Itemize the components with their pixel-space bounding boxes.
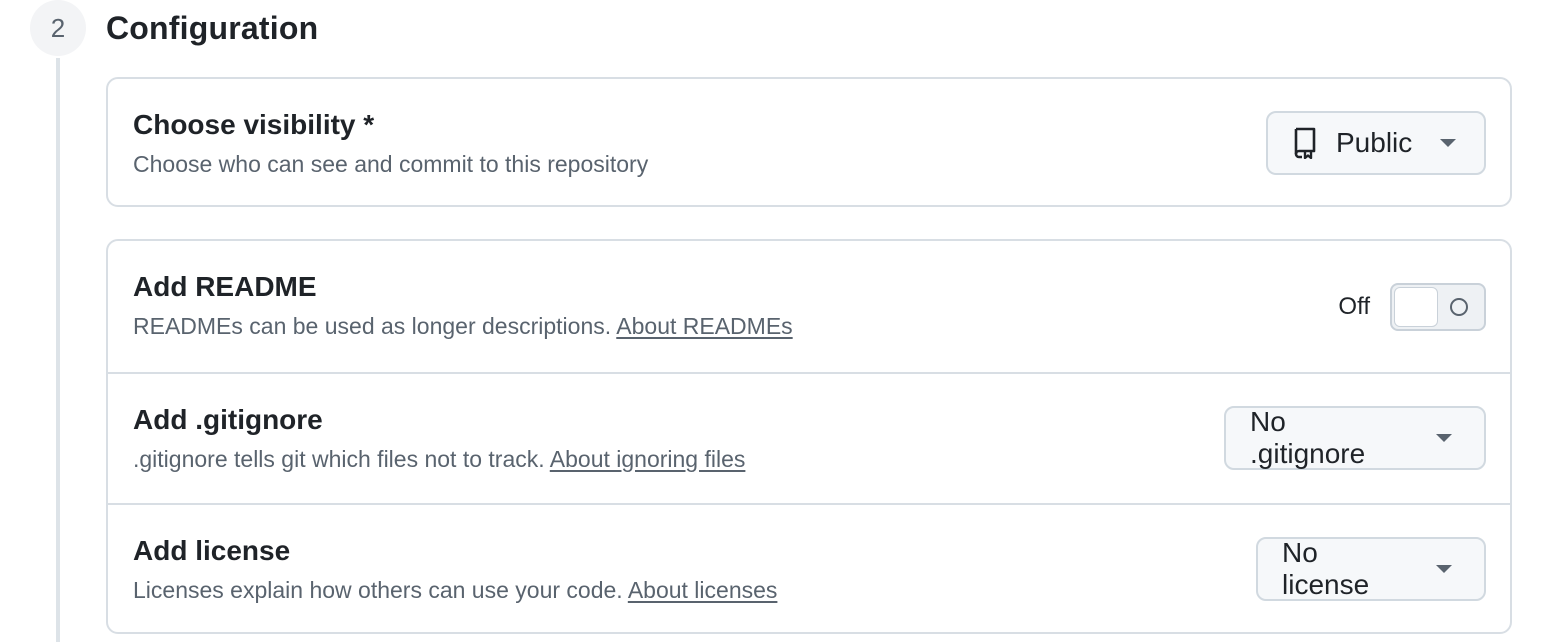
license-row: Add license Licenses explain how others …: [108, 503, 1510, 634]
about-ignoring-files-link[interactable]: About ignoring files: [550, 446, 746, 472]
gitignore-row: Add .gitignore .gitignore tells git whic…: [108, 372, 1510, 503]
gitignore-selected: No .gitignore: [1250, 406, 1366, 469]
license-description-text: Licenses explain how others can use your…: [133, 577, 623, 603]
step-number-badge: 2: [30, 0, 86, 56]
gitignore-description: .gitignore tells git which files not to …: [133, 446, 745, 473]
about-licenses-link[interactable]: About licenses: [628, 577, 778, 603]
license-dropdown[interactable]: No license: [1256, 537, 1486, 601]
readme-description-text: READMEs can be used as longer descriptio…: [133, 313, 612, 339]
readme-row: Add README READMEs can be used as longer…: [108, 241, 1510, 372]
visibility-dropdown[interactable]: Public: [1266, 111, 1486, 175]
visibility-row: Choose visibility * Choose who can see a…: [108, 79, 1510, 205]
toggle-off-icon: [1450, 298, 1468, 316]
visibility-selected: Public: [1336, 127, 1413, 158]
section-title: Configuration: [106, 10, 319, 46]
step-number: 2: [50, 12, 66, 43]
visibility-card: Choose visibility * Choose who can see a…: [106, 77, 1512, 207]
repo-icon: [1292, 127, 1318, 159]
chevron-down-icon: [1436, 434, 1452, 442]
chevron-down-icon: [1440, 139, 1457, 147]
license-description: Licenses explain how others can use your…: [133, 577, 777, 604]
chevron-down-icon: [1436, 565, 1452, 573]
gitignore-title: Add .gitignore: [133, 404, 323, 435]
readme-title: Add README: [133, 271, 317, 302]
license-title: Add license: [133, 535, 291, 566]
gitignore-dropdown[interactable]: No .gitignore: [1224, 406, 1486, 470]
step-connector-line: [56, 58, 60, 642]
options-card: Add README READMEs can be used as longer…: [106, 239, 1512, 634]
visibility-title: Choose visibility *: [133, 109, 375, 140]
license-selected: No license: [1282, 537, 1370, 600]
about-readmes-link[interactable]: About READMEs: [616, 313, 792, 339]
visibility-description: Choose who can see and commit to this re…: [133, 151, 649, 177]
readme-toggle-wrap: Off: [1338, 283, 1486, 331]
gitignore-description-text: .gitignore tells git which files not to …: [133, 446, 545, 472]
readme-toggle-state: Off: [1338, 293, 1370, 320]
readme-description: READMEs can be used as longer descriptio…: [133, 313, 793, 340]
readme-toggle[interactable]: [1390, 283, 1486, 331]
toggle-knob: [1394, 287, 1438, 327]
